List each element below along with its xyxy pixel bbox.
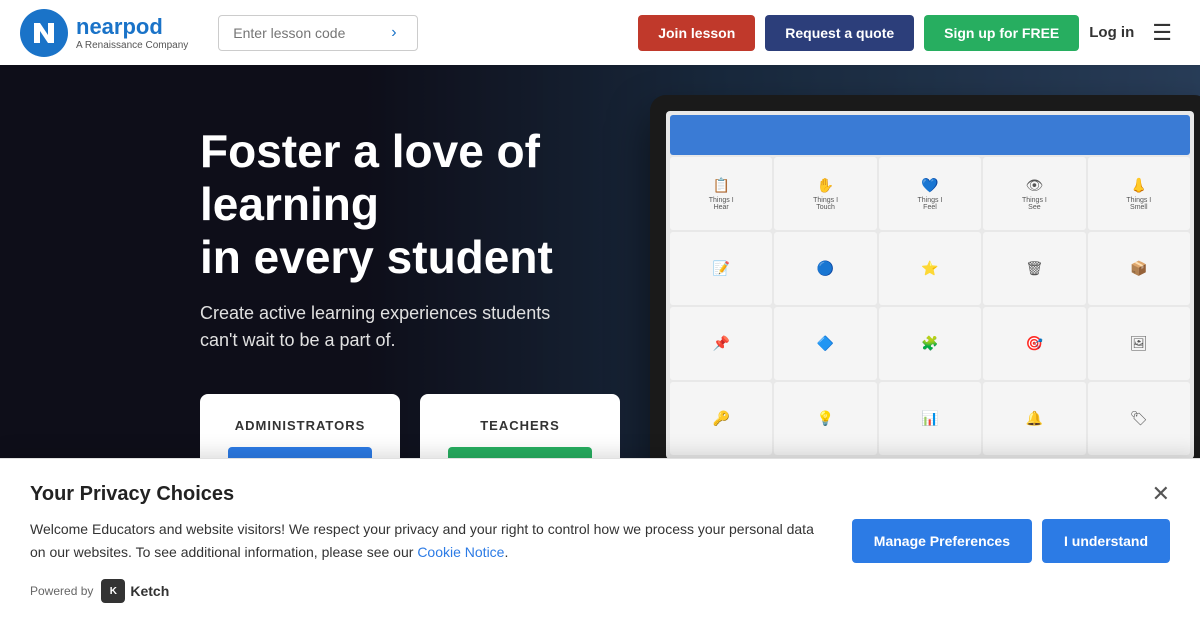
logo-area: nearpod A Renaissance Company bbox=[20, 9, 188, 57]
screen-cell-4: 👁 Things ISee bbox=[983, 157, 1085, 230]
privacy-banner-actions: Manage Preferences I understand bbox=[852, 519, 1170, 563]
privacy-body-end: . bbox=[504, 544, 508, 560]
privacy-banner: Your Privacy Choices ✕ Welcome Educators… bbox=[0, 458, 1200, 623]
privacy-banner-title: Your Privacy Choices bbox=[30, 483, 234, 506]
screen-cell-15: 🖼 bbox=[1088, 307, 1190, 380]
privacy-banner-header: Your Privacy Choices ✕ bbox=[30, 483, 1170, 506]
hero-content: Foster a love of learningin every studen… bbox=[0, 65, 700, 506]
lesson-code-arrow-icon[interactable]: › bbox=[391, 24, 396, 42]
laptop-mockup: 📋 Things IHear ✋ Things ITouch 💙 Things … bbox=[650, 95, 1200, 515]
lesson-code-wrapper[interactable]: › bbox=[218, 15, 418, 51]
login-button[interactable]: Log in bbox=[1089, 24, 1134, 41]
screen-cell-2: ✋ Things ITouch bbox=[774, 157, 876, 230]
cookie-notice-link[interactable]: Cookie Notice bbox=[417, 544, 504, 560]
privacy-close-button[interactable]: ✕ bbox=[1152, 483, 1170, 505]
screen-cell-9: 🗑 bbox=[983, 232, 1085, 305]
screen-cell-13: 🧩 bbox=[879, 307, 981, 380]
logo-text-area: nearpod A Renaissance Company bbox=[76, 14, 188, 51]
signup-button[interactable]: Sign up for FREE bbox=[924, 15, 1079, 51]
lesson-code-input[interactable] bbox=[233, 25, 383, 41]
laptop-screen-inner: 📋 Things IHear ✋ Things ITouch 💙 Things … bbox=[666, 111, 1194, 459]
screen-cell-14: 🎯 bbox=[983, 307, 1085, 380]
screen-cell-20: 🏷 bbox=[1088, 382, 1190, 455]
screen-cell-18: 📊 bbox=[879, 382, 981, 455]
hero-title: Foster a love of learningin every studen… bbox=[200, 125, 700, 284]
screen-header bbox=[670, 115, 1190, 155]
screen-cell-8: ⭐ bbox=[879, 232, 981, 305]
laptop-screen-outer: 📋 Things IHear ✋ Things ITouch 💙 Things … bbox=[650, 95, 1200, 475]
nearpod-logo-icon bbox=[20, 9, 68, 57]
ketch-icon: K bbox=[101, 579, 125, 603]
ketch-logo: K Ketch bbox=[101, 579, 169, 603]
screen-cell-5: 👃 Things ISmell bbox=[1088, 157, 1190, 230]
powered-by-text: Powered by bbox=[30, 584, 93, 598]
screen-cell-19: 🔔 bbox=[983, 382, 1085, 455]
screen-cell-12: 🔷 bbox=[774, 307, 876, 380]
privacy-banner-text: Welcome Educators and website visitors! … bbox=[30, 518, 832, 563]
ketch-name: Ketch bbox=[130, 583, 169, 599]
request-quote-button[interactable]: Request a quote bbox=[765, 15, 914, 51]
manage-preferences-button[interactable]: Manage Preferences bbox=[852, 519, 1032, 563]
screen-cell-17: 💡 bbox=[774, 382, 876, 455]
screen-cell-3: 💙 Things IFeel bbox=[879, 157, 981, 230]
header: nearpod A Renaissance Company › Join les… bbox=[0, 0, 1200, 65]
hero-subtitle: Create active learning experiences stude… bbox=[200, 300, 700, 354]
teacher-card-title: TEACHERS bbox=[448, 418, 592, 433]
join-lesson-button[interactable]: Join lesson bbox=[638, 15, 755, 51]
privacy-banner-footer: Powered by K Ketch bbox=[30, 579, 1170, 603]
admin-card-title: ADMINISTRATORS bbox=[228, 418, 372, 433]
header-actions: Join lesson Request a quote Sign up for … bbox=[638, 15, 1180, 51]
screen-cell-10: 📦 bbox=[1088, 232, 1190, 305]
privacy-banner-body: Welcome Educators and website visitors! … bbox=[30, 518, 1170, 563]
i-understand-button[interactable]: I understand bbox=[1042, 519, 1170, 563]
hamburger-menu-icon[interactable]: ☰ bbox=[1144, 16, 1180, 50]
logo-subtitle: A Renaissance Company bbox=[76, 40, 188, 51]
screen-cell-7: 🔵 bbox=[774, 232, 876, 305]
logo-name: nearpod bbox=[76, 14, 188, 40]
